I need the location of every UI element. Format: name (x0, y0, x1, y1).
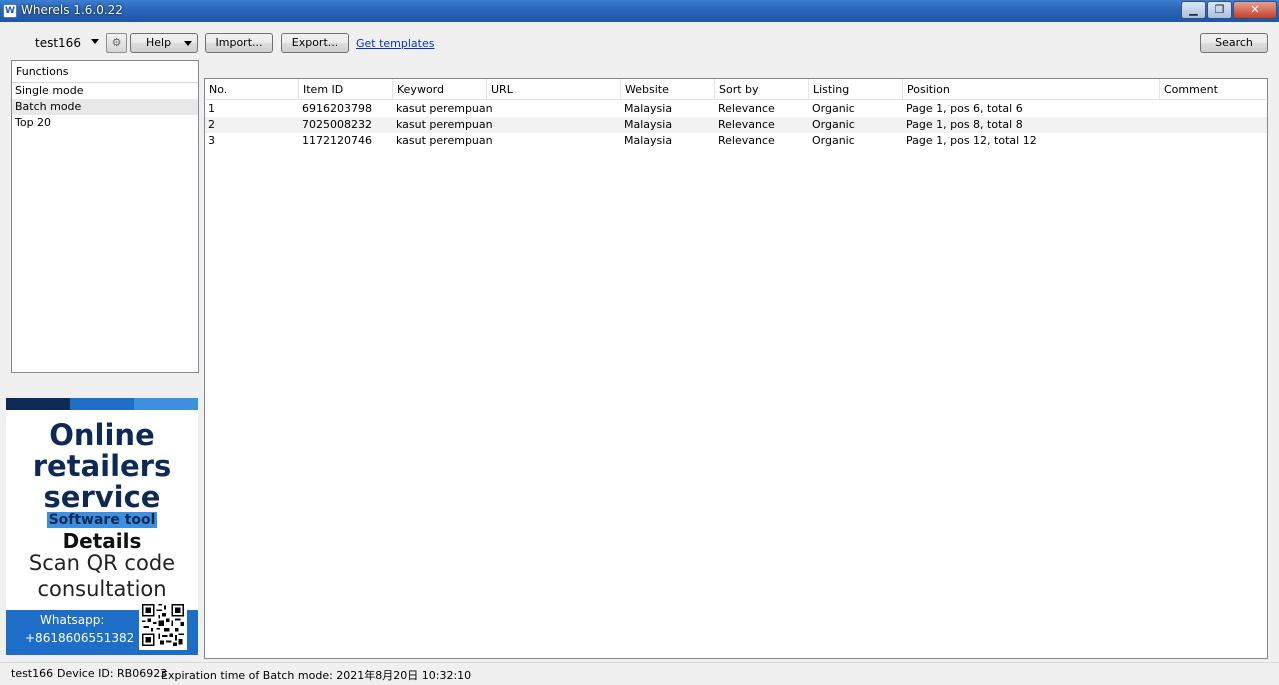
ad-line-2: retailers (32, 449, 172, 483)
ad-whatsapp-number: +8618606551382 (25, 631, 135, 645)
ad-line-6: Scan QR code (28, 551, 176, 575)
functions-header: Functions (12, 61, 198, 83)
cell-item-id: 6916203798 (302, 102, 372, 115)
help-button[interactable]: Help (130, 33, 198, 53)
cell-website: Malaysia (624, 134, 673, 147)
import-button[interactable]: Import... (205, 33, 273, 53)
status-user: test166 (11, 667, 54, 680)
cell-website: Malaysia (624, 118, 673, 131)
ad-line-3: service (43, 480, 161, 514)
function-item-single-mode[interactable]: Single mode (12, 83, 198, 99)
qr-code-icon (139, 600, 187, 650)
maximize-button[interactable]: ❐ (1207, 1, 1232, 19)
cell-sort-by: Relevance (718, 102, 775, 115)
function-item-batch-mode[interactable]: Batch mode (12, 99, 198, 115)
column-header-keyword[interactable]: Keyword (393, 79, 487, 100)
cell-comment (1160, 117, 1267, 133)
title-bar: W Wherels 1.6.0.22 ▁ ❐ ✕ (0, 0, 1279, 22)
cell-comment (1160, 133, 1267, 149)
chevron-down-icon (184, 41, 192, 46)
cell-listing: Organic (812, 102, 855, 115)
table-header: No. Item ID Keyword URL Website Sort by … (205, 79, 1267, 100)
status-device-id: Device ID: RB06923 (57, 667, 168, 680)
get-templates-link[interactable]: Get templates (356, 37, 435, 50)
ad-whatsapp-label: Whatsapp: (40, 613, 105, 627)
cell-url (487, 117, 621, 133)
settings-button[interactable]: ⚙ (106, 33, 127, 53)
ad-banner[interactable]: Online retailers service Software tool D… (6, 398, 198, 655)
cell-keyword: kasut perempuan (396, 102, 493, 115)
column-header-website[interactable]: Website (621, 79, 715, 100)
chevron-down-icon[interactable] (91, 39, 99, 44)
ad-software-tool: Software tool (46, 512, 158, 528)
gear-icon: ⚙ (111, 36, 122, 49)
column-header-item-id[interactable]: Item ID (299, 79, 393, 100)
cell-no: 1 (208, 102, 215, 115)
cell-keyword: kasut perempuan (396, 118, 493, 131)
cell-listing: Organic (812, 118, 855, 131)
column-header-sort-by[interactable]: Sort by (715, 79, 809, 100)
status-expiration: Expiration time of Batch mode: 2021年8月20… (161, 669, 472, 682)
export-button[interactable]: Export... (281, 33, 349, 53)
ad-line-4: Software tool (6, 512, 198, 528)
cell-position: Page 1, pos 12, total 12 (906, 134, 1037, 147)
table-row[interactable]: 3 1172120746 kasut perempuan Malaysia Re… (205, 133, 1267, 149)
user-selector[interactable]: test166 (35, 36, 81, 50)
cell-no: 3 (208, 134, 215, 147)
help-button-label: Help (146, 36, 172, 49)
ad-line-5: Details (62, 529, 142, 553)
status-bar: test166 Device ID: RB06923 Expiration ti… (0, 662, 1279, 685)
column-header-position[interactable]: Position (903, 79, 1160, 100)
cell-website: Malaysia (624, 102, 673, 115)
cell-item-id: 1172120746 (302, 134, 372, 147)
cell-url (487, 101, 621, 117)
cell-position: Page 1, pos 8, total 8 (906, 118, 1023, 131)
function-item-top-20[interactable]: Top 20 (12, 115, 198, 131)
window-title: Wherels 1.6.0.22 (21, 3, 123, 17)
cell-keyword: kasut perempuan (396, 134, 493, 147)
close-button[interactable]: ✕ (1233, 1, 1277, 19)
ad-stripes (6, 398, 198, 410)
table-row[interactable]: 2 7025008232 kasut perempuan Malaysia Re… (205, 117, 1267, 133)
cell-listing: Organic (812, 134, 855, 147)
results-table[interactable]: No. Item ID Keyword URL Website Sort by … (204, 78, 1268, 659)
cell-sort-by: Relevance (718, 118, 775, 131)
column-header-listing[interactable]: Listing (809, 79, 903, 100)
cell-no: 2 (208, 118, 215, 131)
ad-line-7: consultation (37, 577, 167, 601)
column-header-url[interactable]: URL (487, 79, 621, 100)
column-header-comment[interactable]: Comment (1160, 79, 1267, 100)
functions-list: Functions Single mode Batch mode Top 20 (11, 60, 199, 373)
cell-position: Page 1, pos 6, total 6 (906, 102, 1023, 115)
cell-item-id: 7025008232 (302, 118, 372, 131)
table-row[interactable]: 1 6916203798 kasut perempuan Malaysia Re… (205, 101, 1267, 117)
minimize-button[interactable]: ▁ (1181, 1, 1206, 19)
column-header-no[interactable]: No. (205, 79, 299, 100)
ad-line-1: Online (49, 418, 155, 452)
cell-url (487, 133, 621, 149)
app-icon: W (3, 4, 17, 18)
cell-sort-by: Relevance (718, 134, 775, 147)
cell-comment (1160, 101, 1267, 117)
search-button[interactable]: Search (1200, 33, 1268, 53)
